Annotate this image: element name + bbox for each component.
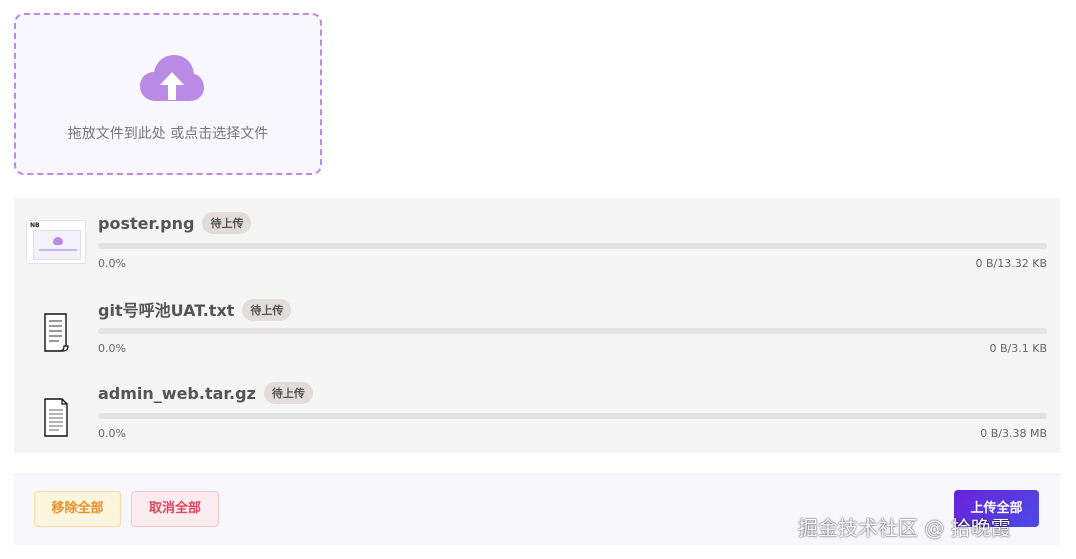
document-icon: [44, 398, 68, 437]
cloud-upload-icon: [140, 55, 204, 101]
status-badge: 待上传: [202, 212, 252, 234]
cancel-all-button[interactable]: 取消全部: [131, 491, 219, 527]
file-name: admin_web.tar.gz 待上传: [98, 382, 313, 404]
progress-percent: 0.0%: [98, 257, 126, 270]
file-size: 0 B/3.1 KB: [989, 342, 1048, 355]
status-badge: 待上传: [263, 382, 313, 404]
file-item: admin_web.tar.gz 待上传 0.0% 0 B/3.38 MB: [14, 368, 1060, 453]
file-name-text: admin_web.tar.gz: [98, 384, 256, 403]
file-name-text: git号呼池UAT.txt: [98, 301, 235, 320]
watermark: 掘金技术社区 @ 拾晚霞: [798, 516, 1011, 540]
thumbnail-title: NB: [30, 222, 40, 229]
thumbnail-dropzone: [33, 230, 81, 260]
thumbnail-cloud-icon: [53, 237, 63, 245]
file-item: NB poster.png 待上传 0.0% 0 B/13.32 KB: [14, 198, 1060, 283]
file-size: 0 B/13.32 KB: [975, 257, 1048, 270]
remove-all-button[interactable]: 移除全部: [34, 491, 121, 527]
file-size: 0 B/3.38 MB: [980, 427, 1047, 440]
progress-percent: 0.0%: [98, 342, 126, 355]
file-item: git号呼池UAT.txt 待上传 0.0% 0 B/3.1 KB: [14, 283, 1060, 368]
file-dropzone[interactable]: 拖放文件到此处 或点击选择文件: [14, 13, 322, 175]
file-list: NB poster.png 待上传 0.0% 0 B/13.32 KB git号呼…: [14, 198, 1060, 453]
file-name: git号呼池UAT.txt 待上传: [98, 297, 292, 321]
progress-bar: [98, 413, 1047, 419]
dropzone-hint: 拖放文件到此处 或点击选择文件: [67, 126, 269, 142]
progress-bar: [98, 243, 1047, 249]
progress-percent: 0.0%: [98, 427, 126, 440]
progress-bar: [98, 328, 1047, 334]
file-name-text: poster.png: [98, 214, 195, 233]
image-thumbnail: NB: [26, 220, 86, 264]
file-name: poster.png 待上传: [98, 212, 252, 234]
text-document-icon: [44, 313, 69, 352]
status-badge: 待上传: [242, 299, 292, 321]
thumbnail-hint-line: [39, 249, 77, 251]
